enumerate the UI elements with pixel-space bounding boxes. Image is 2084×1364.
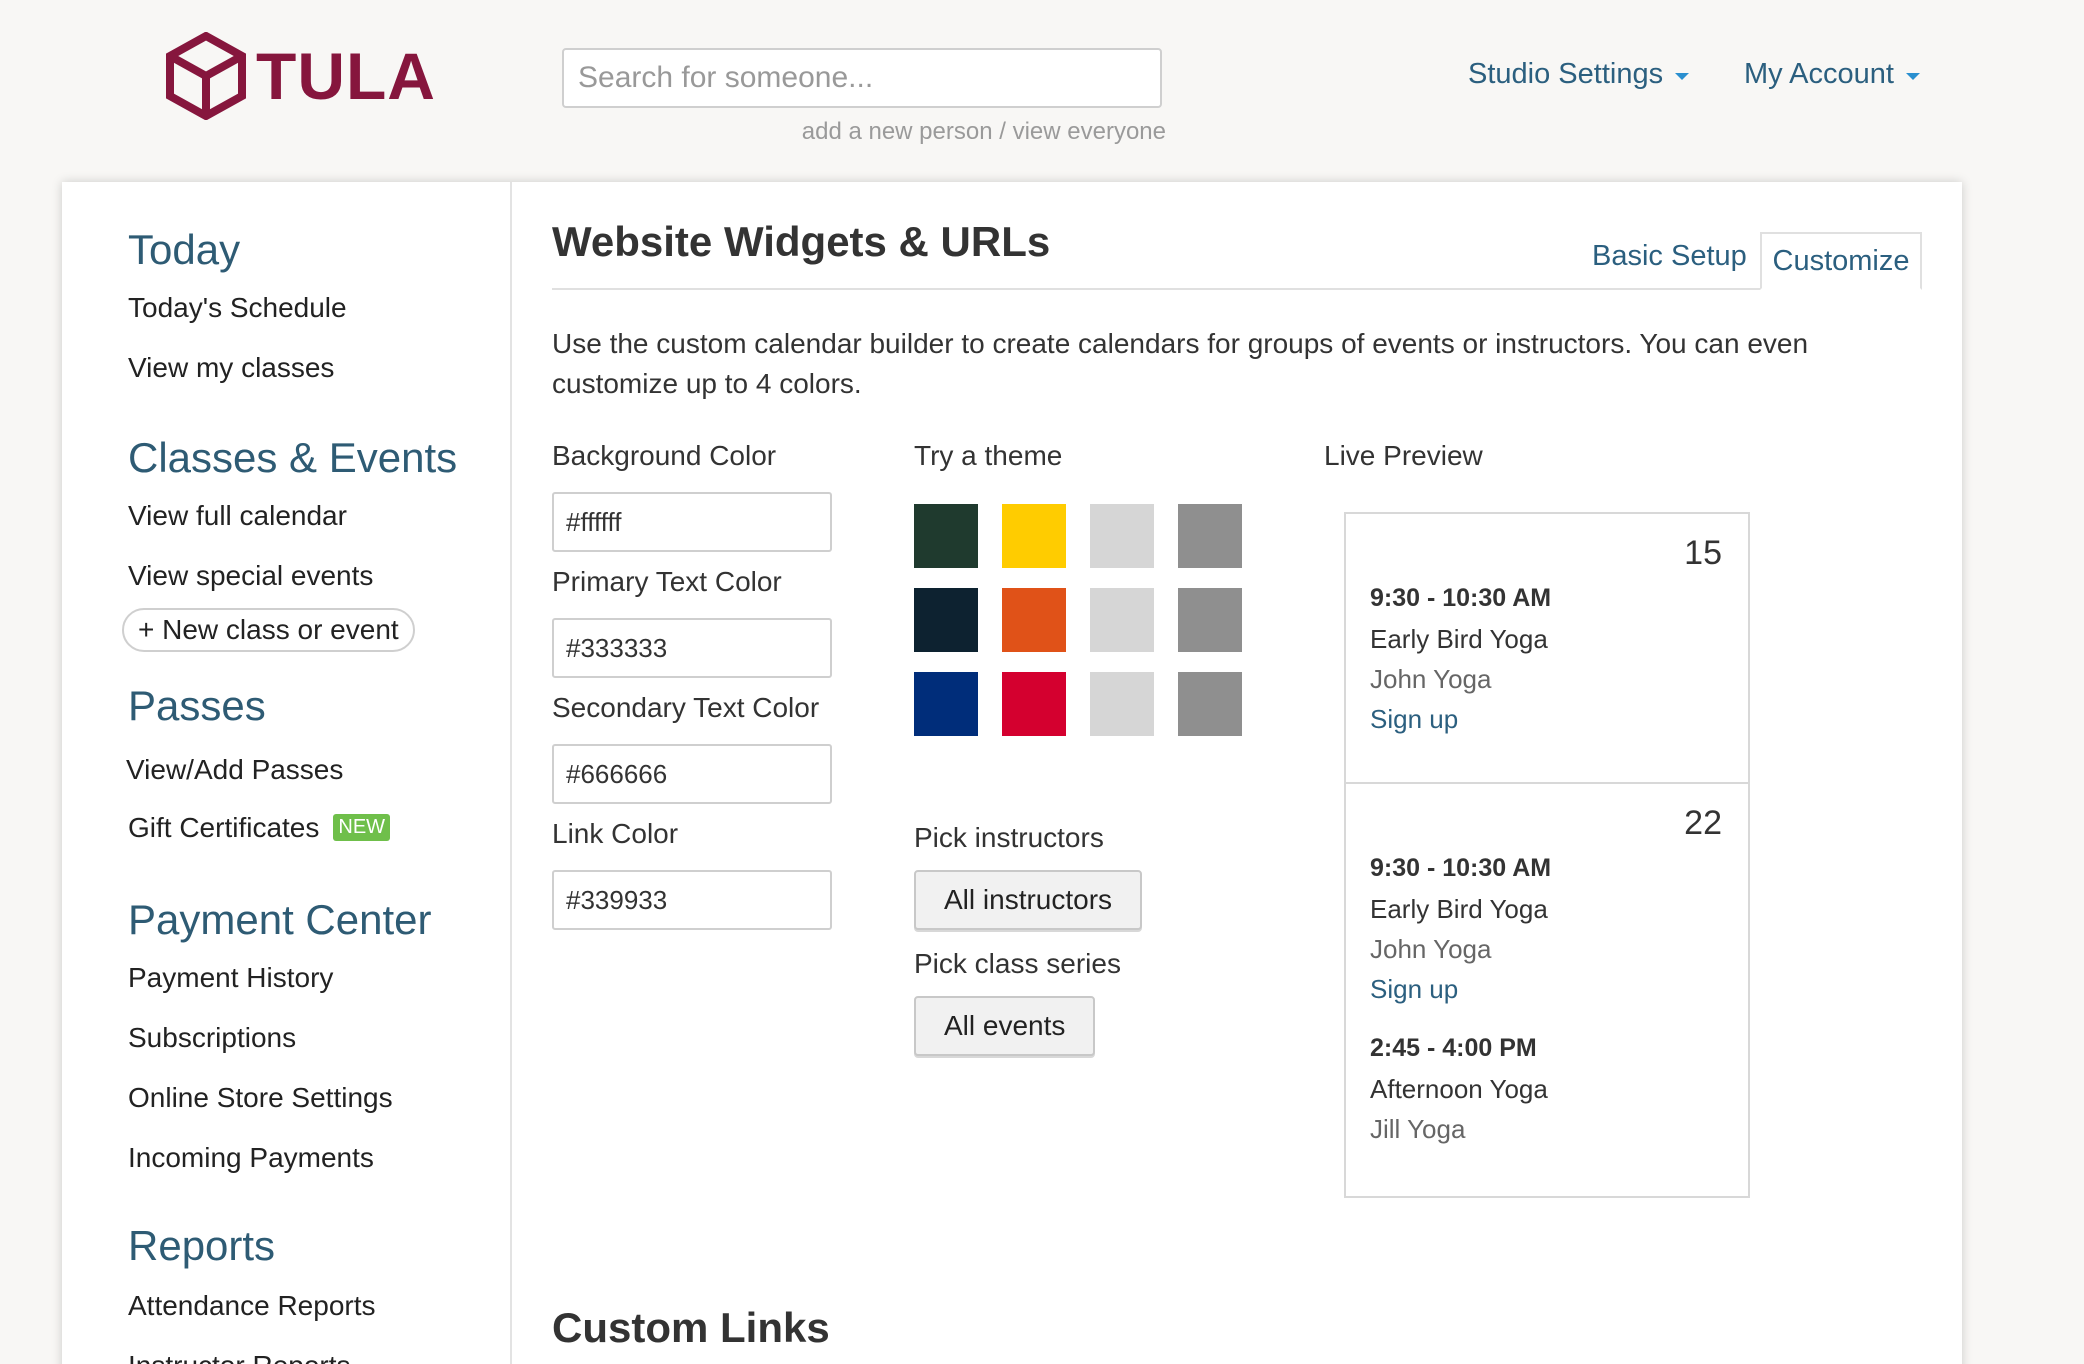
sign-up-link[interactable]: Sign up <box>1370 704 1458 735</box>
day-number: 22 <box>1684 804 1722 842</box>
main-content: Website Widgets & URLs Basic Setup Custo… <box>552 182 1922 1364</box>
secondary-text-color-input[interactable] <box>552 744 832 804</box>
background-color-label: Background Color <box>552 440 777 471</box>
preview-day-cell: 15 9:30 - 10:30 AM Early Bird Yoga John … <box>1346 514 1748 784</box>
primary-text-color-label: Primary Text Color <box>552 566 782 597</box>
sidebar-item-online-store-settings[interactable]: Online Store Settings <box>128 1082 393 1114</box>
add-person-link[interactable]: add a new person <box>802 118 993 145</box>
all-instructors-button[interactable]: All instructors <box>914 870 1143 930</box>
chevron-down-icon <box>1905 73 1920 80</box>
theme-swatch[interactable] <box>914 504 978 568</box>
background-color-input[interactable] <box>552 492 832 552</box>
preview-day-cell: 22 9:30 - 10:30 AM Early Bird Yoga John … <box>1346 784 1748 1198</box>
sidebar-heading-classes-events[interactable]: Classes & Events <box>128 434 457 482</box>
event-instructor: Jill Yoga <box>1370 1114 1466 1144</box>
search-input[interactable] <box>562 48 1162 108</box>
custom-links-heading: Custom Links <box>552 1304 830 1351</box>
theme-label: Try a theme <box>914 440 1063 471</box>
theme-swatch[interactable] <box>1002 588 1066 652</box>
search-links-separator: / <box>992 118 1013 145</box>
event-time: 2:45 - 4:00 PM <box>1370 1034 1537 1062</box>
primary-text-color-input[interactable] <box>552 618 832 678</box>
new-class-button[interactable]: + New class or event <box>122 608 415 652</box>
tula-logo[interactable]: TULA <box>166 32 436 120</box>
theme-swatch[interactable] <box>1090 504 1154 568</box>
event-instructor: John Yoga <box>1370 664 1492 694</box>
theme-swatch[interactable] <box>1178 504 1242 568</box>
event-instructor: John Yoga <box>1370 934 1492 964</box>
pick-instructors-label: Pick instructors <box>914 822 1104 853</box>
theme-swatch[interactable] <box>1090 588 1154 652</box>
sidebar-item-view-add-passes[interactable]: View/Add Passes <box>126 754 343 786</box>
sidebar-item-view-full-calendar[interactable]: View full calendar <box>128 500 347 532</box>
sidebar-heading-today[interactable]: Today <box>128 226 240 274</box>
theme-swatch[interactable] <box>914 672 978 736</box>
sidebar: Today Today's Schedule View my classes C… <box>62 182 512 1364</box>
sidebar-item-instructor-reports[interactable]: Instructor Reports <box>128 1350 351 1364</box>
event-name: Early Bird Yoga <box>1370 894 1548 924</box>
sidebar-item-todays-schedule[interactable]: Today's Schedule <box>128 292 347 324</box>
theme-swatch[interactable] <box>1002 672 1066 736</box>
link-color-label: Link Color <box>552 818 679 849</box>
sidebar-item-incoming-payments[interactable]: Incoming Payments <box>128 1142 374 1174</box>
title-divider <box>552 288 1922 290</box>
theme-swatch[interactable] <box>1002 504 1066 568</box>
sidebar-item-payment-history[interactable]: Payment History <box>128 962 333 994</box>
tula-logo-icon <box>166 32 246 120</box>
all-events-button[interactable]: All events <box>914 996 1096 1056</box>
studio-settings-label: Studio Settings <box>1468 58 1664 90</box>
content-card: Today Today's Schedule View my classes C… <box>62 182 1962 1364</box>
sidebar-item-attendance-reports[interactable]: Attendance Reports <box>128 1290 376 1322</box>
day-number: 15 <box>1684 534 1722 572</box>
event-time: 9:30 - 10:30 AM <box>1370 854 1552 882</box>
secondary-text-color-label: Secondary Text Color <box>552 692 820 723</box>
intro-text: Use the custom calendar builder to creat… <box>552 328 1809 399</box>
sidebar-heading-payment-center[interactable]: Payment Center <box>128 896 431 944</box>
search-area: add a new person / view everyone <box>562 48 1166 145</box>
event-name: Afternoon Yoga <box>1370 1074 1548 1104</box>
sidebar-item-gift-certificates[interactable]: Gift Certificates NEW <box>128 812 391 844</box>
new-badge: NEW <box>333 814 391 842</box>
page-title: Website Widgets & URLs <box>552 218 1051 265</box>
live-preview-label: Live Preview <box>1324 440 1483 471</box>
theme-swatch[interactable] <box>1090 672 1154 736</box>
theme-swatch[interactable] <box>1178 588 1242 652</box>
my-account-menu[interactable]: My Account <box>1744 58 1920 91</box>
event-name: Early Bird Yoga <box>1370 624 1548 654</box>
tab-customize[interactable]: Customize <box>1760 232 1922 290</box>
chevron-down-icon <box>1675 73 1690 80</box>
sidebar-item-view-my-classes[interactable]: View my classes <box>128 352 334 384</box>
search-links: add a new person / view everyone <box>802 118 1166 146</box>
event-time: 9:30 - 10:30 AM <box>1370 584 1552 612</box>
tab-basic-setup[interactable]: Basic Setup <box>1592 240 1747 273</box>
studio-settings-menu[interactable]: Studio Settings <box>1468 58 1690 91</box>
sidebar-heading-passes[interactable]: Passes <box>128 682 266 730</box>
sidebar-item-view-special-events[interactable]: View special events <box>128 560 373 592</box>
view-everyone-link[interactable]: view everyone <box>1013 118 1166 145</box>
pick-class-series-label: Pick class series <box>914 948 1121 979</box>
theme-swatch[interactable] <box>914 588 978 652</box>
sign-up-link[interactable]: Sign up <box>1370 974 1458 1005</box>
sidebar-item-subscriptions[interactable]: Subscriptions <box>128 1022 296 1054</box>
logo-text: TULA <box>256 39 436 113</box>
sidebar-item-gift-certificates-label: Gift Certificates <box>128 812 320 843</box>
theme-swatch[interactable] <box>1178 672 1242 736</box>
live-preview-calendar: 15 9:30 - 10:30 AM Early Bird Yoga John … <box>1344 512 1750 1198</box>
my-account-label: My Account <box>1744 58 1894 90</box>
link-color-input[interactable] <box>552 870 832 930</box>
sidebar-heading-reports[interactable]: Reports <box>128 1222 275 1270</box>
